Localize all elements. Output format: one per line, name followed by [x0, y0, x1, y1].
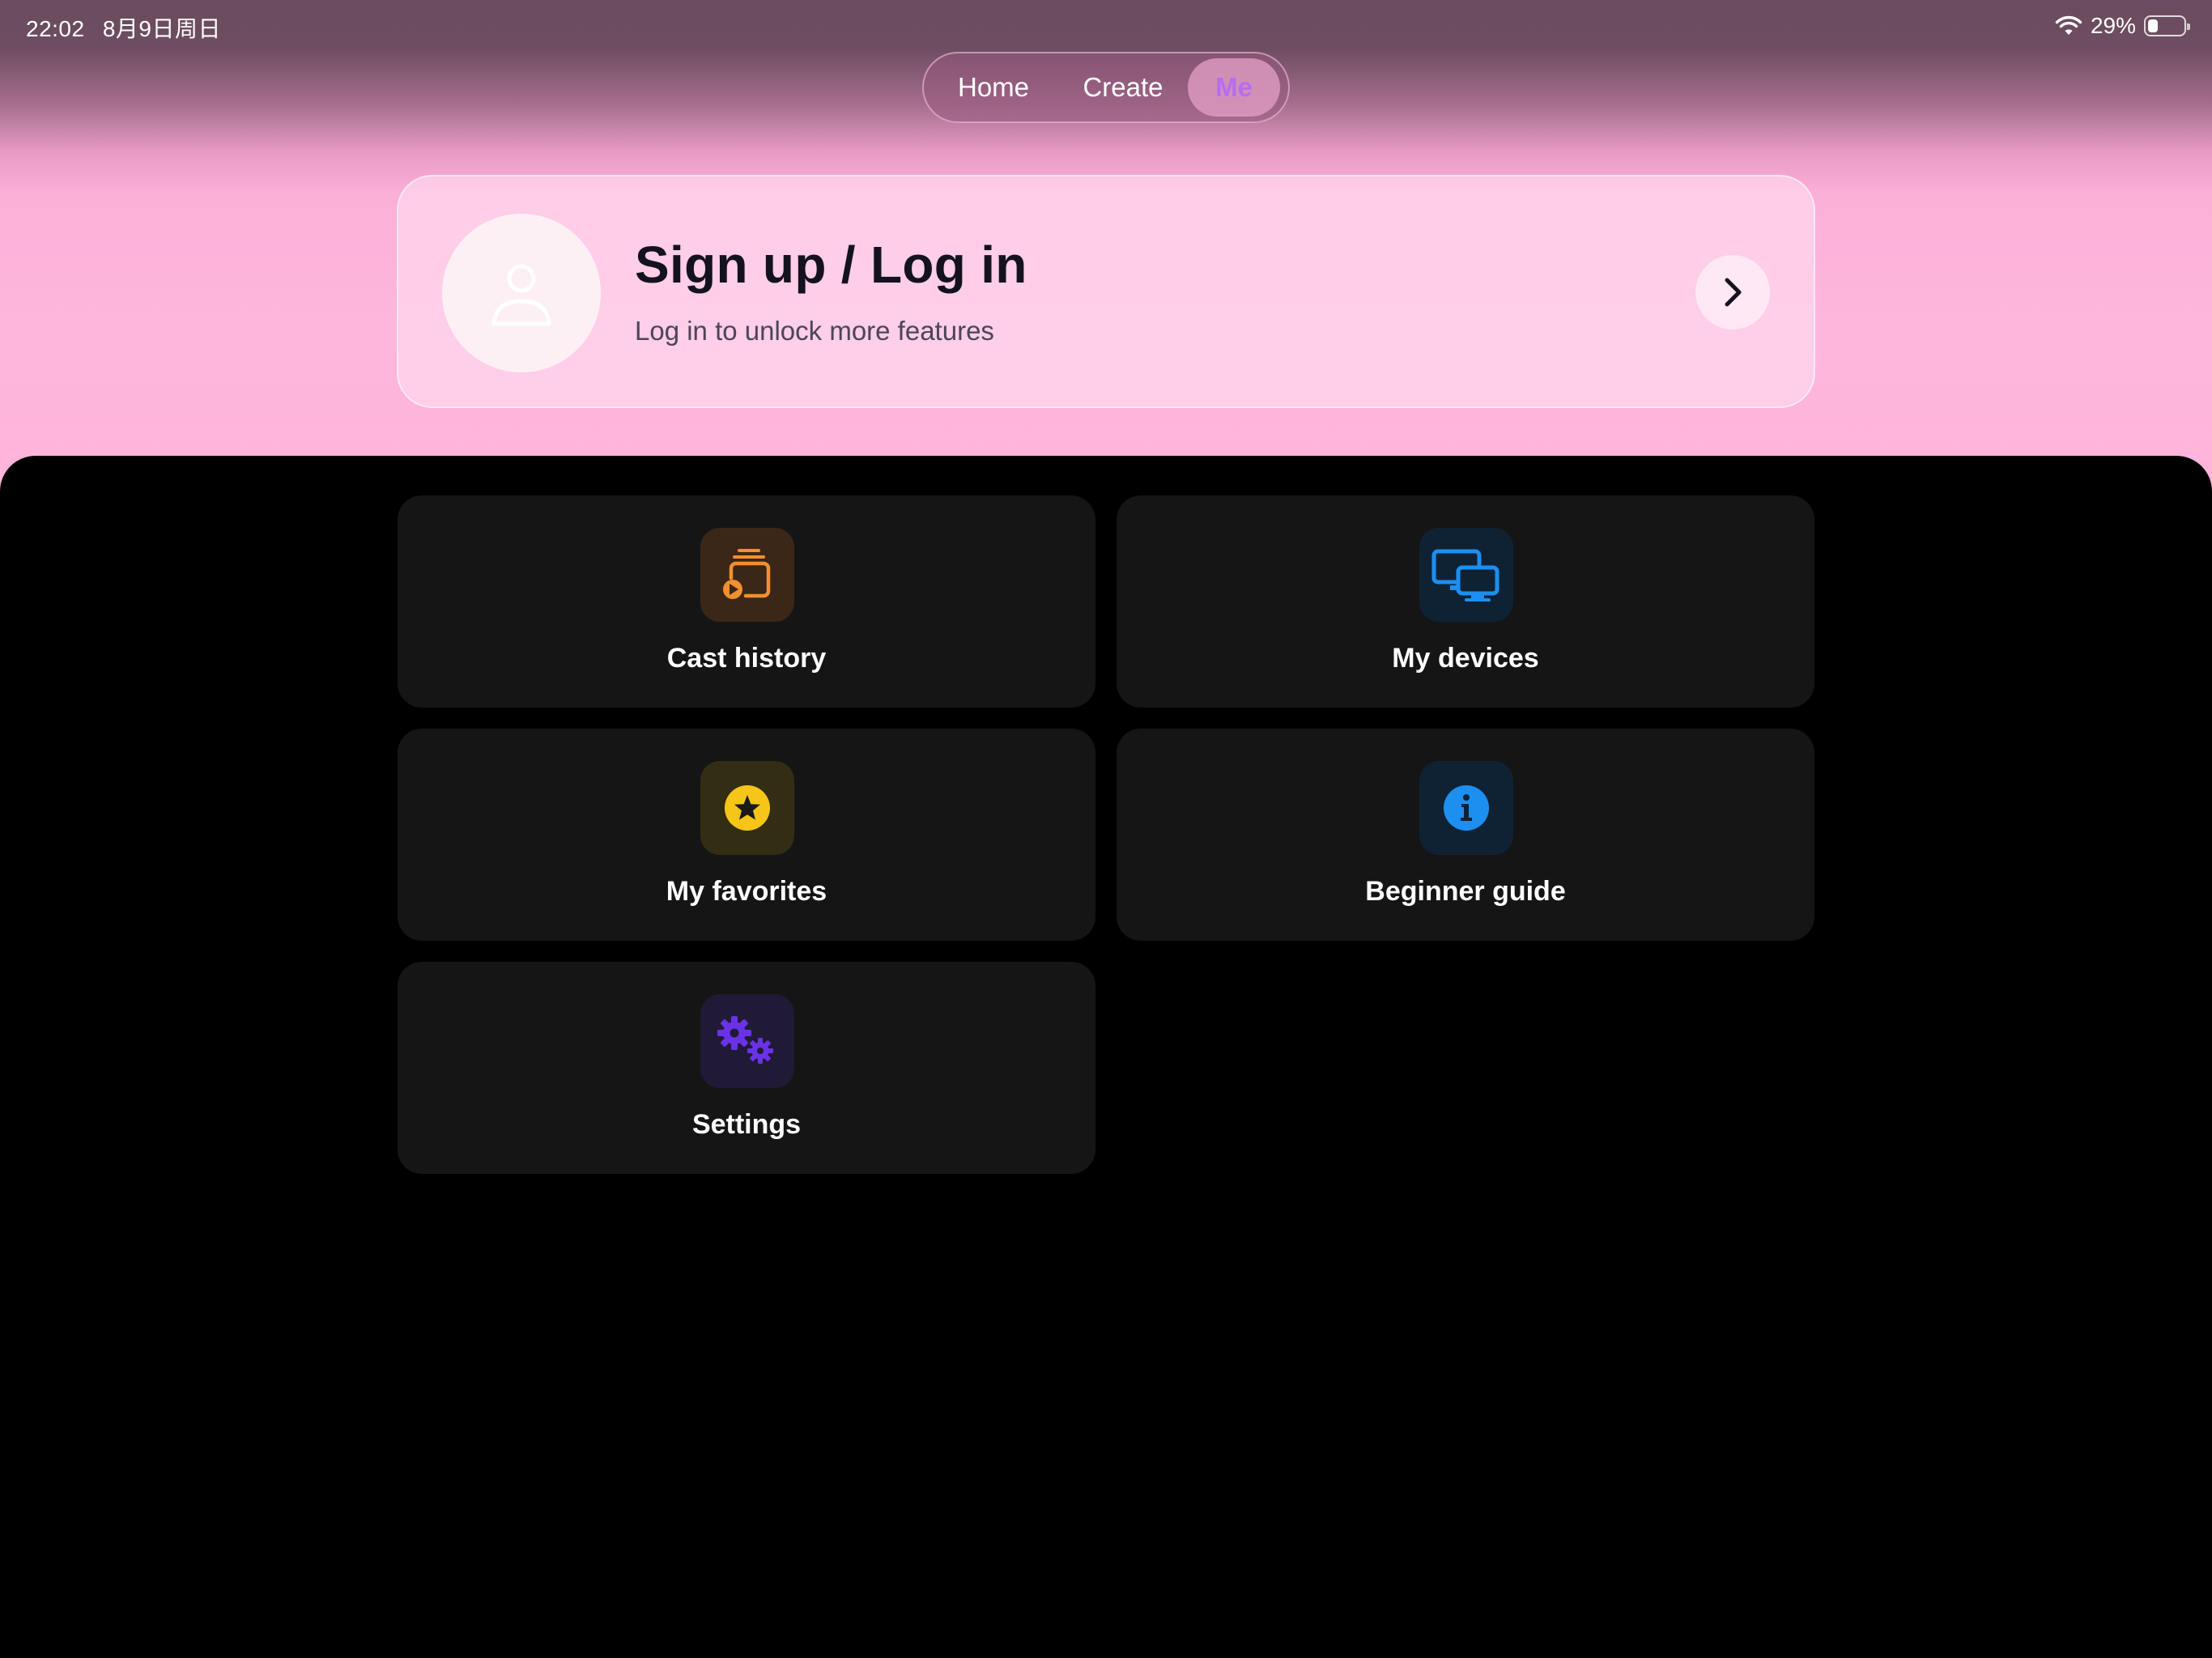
user-icon	[491, 264, 551, 326]
cast-history-card[interactable]: Cast history	[398, 495, 1095, 708]
beginner-guide-icon-tile	[1419, 761, 1513, 855]
cast-history-icon-tile	[700, 528, 794, 622]
avatar	[442, 214, 601, 372]
battery-icon	[2144, 15, 2190, 36]
my-favorites-label: My favorites	[666, 876, 827, 907]
settings-icon-tile	[700, 994, 794, 1088]
status-date-value: 8月9日周日	[102, 16, 222, 41]
tab-create[interactable]: Create	[1058, 58, 1188, 117]
login-subtitle: Log in to unlock more features	[635, 316, 994, 346]
app-root: 22:02 8月9日周日 29% Home Create Me Sign up …	[0, 0, 2212, 1658]
wifi-icon	[2055, 15, 2082, 35]
my-devices-label: My devices	[1392, 643, 1539, 674]
login-title: Sign up / Log in	[635, 236, 1027, 294]
cast-history-icon	[723, 549, 771, 599]
status-indicators: 29%	[2055, 10, 2190, 42]
status-time: 22:02 8月9日周日	[26, 11, 221, 44]
menu-panel: Cast history My devices My favorites Beg…	[0, 456, 2212, 1658]
my-devices-card[interactable]: My devices	[1117, 495, 1814, 708]
chevron-right-icon	[1725, 278, 1742, 307]
login-card[interactable]: Sign up / Log in Log in to unlock more f…	[397, 175, 1815, 408]
battery-percentage: 29%	[2090, 13, 2136, 38]
settings-label: Settings	[691, 1109, 802, 1140]
top-nav-segmented-control: Home Create Me	[922, 52, 1290, 123]
info-icon	[1444, 785, 1489, 831]
my-favorites-card[interactable]: My favorites	[398, 729, 1095, 941]
status-time-value: 22:02	[26, 16, 85, 41]
beginner-guide-label: Beginner guide	[1365, 876, 1566, 907]
my-favorites-icon-tile	[700, 761, 794, 855]
star-icon	[725, 785, 770, 831]
gear-icon	[717, 1016, 773, 1064]
tab-home[interactable]: Home	[929, 58, 1058, 117]
battery-level	[2148, 19, 2159, 32]
tab-me[interactable]: Me	[1188, 58, 1280, 117]
devices-icon	[1431, 549, 1499, 602]
login-arrow-button[interactable]	[1695, 255, 1770, 329]
beginner-guide-card[interactable]: Beginner guide	[1117, 729, 1814, 941]
my-devices-icon-tile	[1419, 528, 1513, 622]
cast-history-label: Cast history	[666, 643, 827, 674]
settings-card[interactable]: Settings	[398, 962, 1095, 1174]
